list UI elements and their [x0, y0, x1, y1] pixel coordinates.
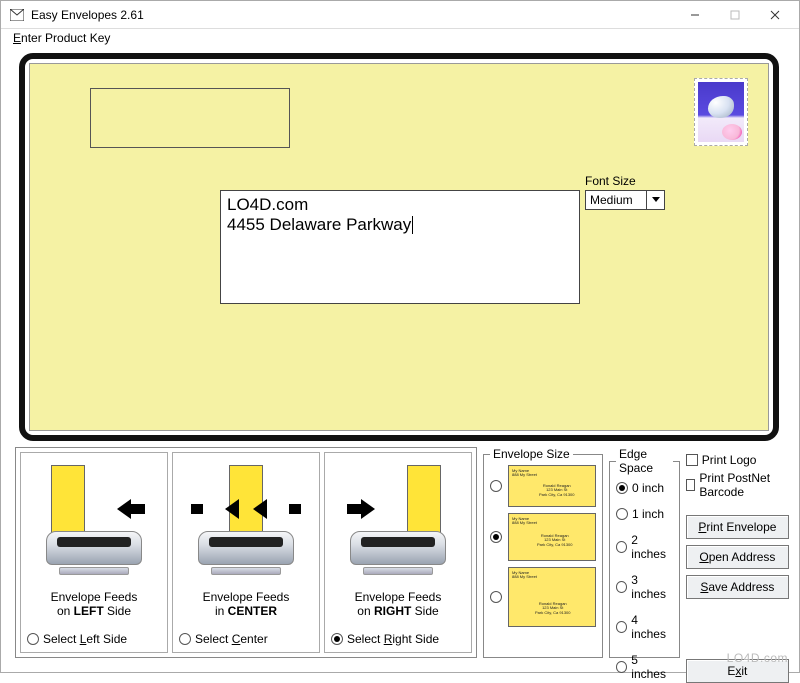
bottom-panel: Envelope Feedson LEFT Side Select Left S… — [1, 447, 799, 683]
edge-space-legend: Edge Space — [616, 447, 673, 475]
address-line-1: LO4D.com — [227, 195, 573, 215]
feed-radio-center[interactable]: Select Center — [177, 628, 315, 648]
arrow-tail-icon — [191, 504, 203, 514]
address-line-2: 4455 Delaware Parkway — [227, 215, 573, 235]
close-button[interactable] — [755, 3, 795, 27]
edge-space-group: Edge Space 0 inch 1 inch 2 inches 3 inch… — [609, 447, 680, 658]
dropdown-arrow-icon — [646, 191, 664, 209]
feed-illustration-left — [29, 459, 159, 589]
envelope-thumb-medium: My Name888 My Street Ronald Reagan123 Ma… — [508, 513, 596, 561]
envelope-preview-frame: Font Size Medium LO4D.com 4455 Delaware … — [19, 53, 779, 441]
checkbox-icon — [686, 479, 696, 491]
printer-icon — [46, 531, 142, 575]
watermark: LO4D.com — [727, 651, 788, 665]
envelope-paper-icon — [407, 465, 441, 537]
printer-icon — [350, 531, 446, 575]
envelope-preview: Font Size Medium LO4D.com 4455 Delaware … — [29, 63, 769, 431]
radio-icon — [27, 633, 39, 645]
font-size-value: Medium — [590, 193, 633, 207]
bird-icon — [708, 96, 734, 118]
arrow-right-icon — [361, 499, 375, 519]
titlebar: Easy Envelopes 2.61 — [1, 1, 799, 29]
envelope-thumb-large: My Name888 My Street Ronald Reagan123 Ma… — [508, 567, 596, 627]
return-address-box[interactable] — [90, 88, 290, 148]
print-logo-checkbox[interactable]: Print Logo — [686, 453, 789, 467]
arrow-right-icon — [225, 499, 239, 519]
arrow-tail-icon — [129, 504, 145, 514]
maximize-button — [715, 3, 755, 27]
feed-caption-right: Envelope Feedson RIGHT Side — [355, 591, 442, 619]
printer-icon — [198, 531, 294, 575]
envelope-size-option-1[interactable]: My Name888 My Street Ronald Reagan123 Ma… — [490, 513, 596, 561]
feed-side-group: Envelope Feedson LEFT Side Select Left S… — [15, 447, 477, 658]
feed-card-left: Envelope Feedson LEFT Side Select Left S… — [20, 452, 168, 653]
radio-icon — [616, 482, 628, 494]
feed-radio-left[interactable]: Select Left Side — [25, 628, 163, 648]
edge-option-3[interactable]: 3 inches — [616, 573, 673, 601]
feed-card-right: Envelope Feedson RIGHT Side Select Right… — [324, 452, 472, 653]
arrow-tail-icon — [289, 504, 301, 514]
minimize-button[interactable] — [675, 3, 715, 27]
radio-icon — [616, 541, 627, 553]
edge-option-0[interactable]: 0 inch — [616, 481, 673, 495]
radio-icon — [490, 591, 502, 603]
feed-caption-left: Envelope Feedson LEFT Side — [51, 591, 138, 619]
save-address-button[interactable]: Save Address — [686, 575, 789, 599]
edge-option-2[interactable]: 2 inches — [616, 533, 673, 561]
envelope-size-group: Envelope Size My Name888 My Street Ronal… — [483, 447, 603, 658]
feed-radio-right[interactable]: Select Right Side — [329, 628, 467, 648]
recipient-address-input[interactable]: LO4D.com 4455 Delaware Parkway — [220, 190, 580, 304]
radio-icon — [179, 633, 191, 645]
font-size-select[interactable]: Medium — [585, 190, 665, 210]
print-envelope-button[interactable]: Print Envelope — [686, 515, 789, 539]
stamp-image[interactable] — [694, 78, 748, 146]
arrow-left-icon — [253, 499, 267, 519]
edge-option-1[interactable]: 1 inch — [616, 507, 673, 521]
checkbox-icon — [686, 454, 698, 466]
flower-icon — [722, 124, 742, 140]
radio-icon — [490, 480, 502, 492]
edge-option-5[interactable]: 5 inches — [616, 653, 673, 681]
feed-illustration-center — [181, 459, 311, 589]
menu-enter-product-key[interactable]: Enter Product Key — [7, 29, 116, 47]
feed-caption-center: Envelope Feedsin CENTER — [203, 591, 290, 619]
envelope-thumb-small: My Name888 My Street Ronald Reagan123 Ma… — [508, 465, 596, 507]
feed-illustration-right — [333, 459, 463, 589]
window-controls — [675, 3, 795, 27]
text-caret — [412, 216, 413, 234]
radio-icon — [616, 581, 627, 593]
radio-icon — [616, 621, 627, 633]
feed-card-center: Envelope Feedsin CENTER Select Center — [172, 452, 320, 653]
radio-icon — [490, 531, 502, 543]
arrow-tail-icon — [347, 504, 363, 514]
window-title: Easy Envelopes 2.61 — [31, 8, 675, 22]
envelope-paper-icon — [51, 465, 85, 537]
envelope-size-legend: Envelope Size — [490, 447, 573, 461]
radio-icon — [616, 508, 628, 520]
print-postnet-checkbox[interactable]: Print PostNet Barcode — [686, 471, 789, 499]
edge-option-4[interactable]: 4 inches — [616, 613, 673, 641]
envelope-size-option-2[interactable]: My Name888 My Street Ronald Reagan123 Ma… — [490, 567, 596, 627]
app-icon — [9, 7, 25, 23]
right-column: Print Logo Print PostNet Barcode Print E… — [686, 447, 789, 683]
font-size-label: Font Size — [585, 174, 636, 188]
radio-icon — [616, 661, 627, 673]
menubar: Enter Product Key — [1, 29, 799, 51]
open-address-button[interactable]: Open Address — [686, 545, 789, 569]
envelope-size-option-0[interactable]: My Name888 My Street Ronald Reagan123 Ma… — [490, 465, 596, 507]
radio-icon — [331, 633, 343, 645]
